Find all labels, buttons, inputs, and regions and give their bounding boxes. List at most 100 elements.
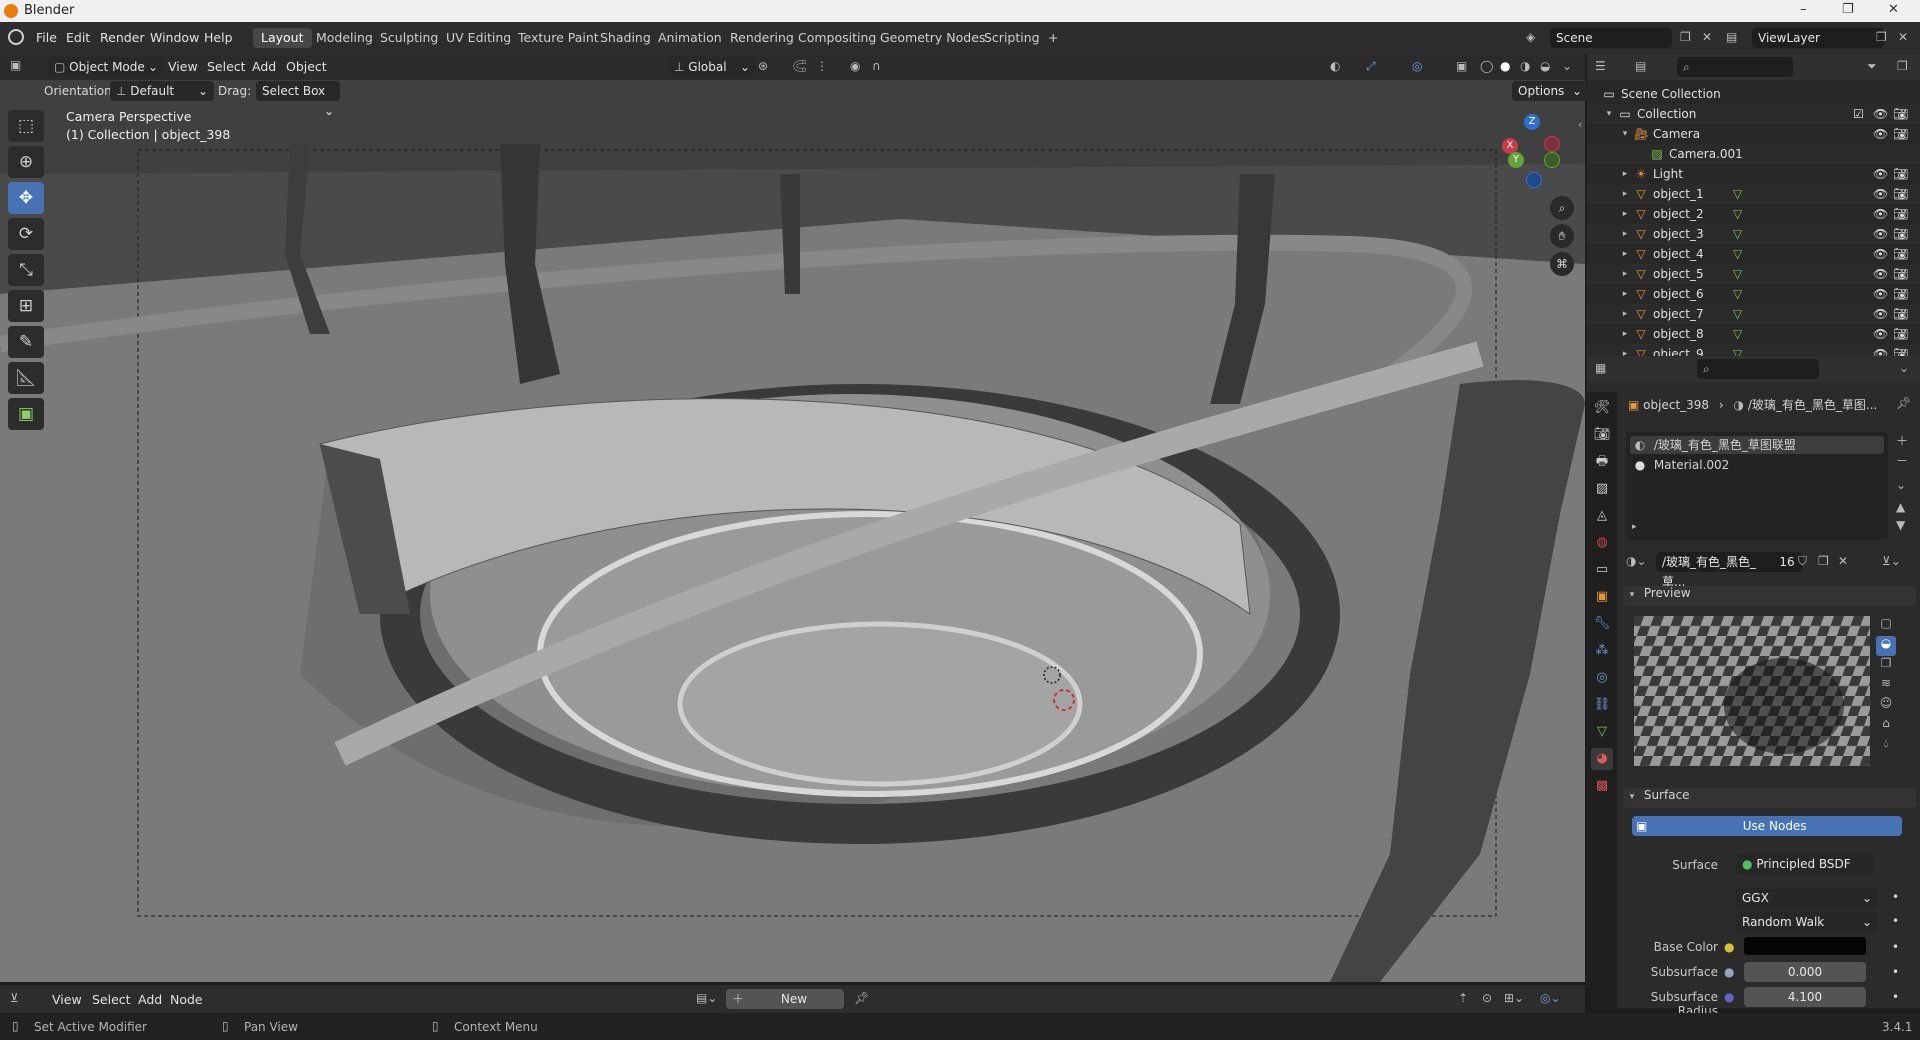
menu-select[interactable]: Select [92, 992, 131, 1007]
gizmo-z-axis[interactable]: Z [1524, 114, 1540, 130]
solid-shading-icon[interactable]: ● [1500, 59, 1510, 73]
outliner-row[interactable]: ▾ ▭ Collection ☑ 👁︎ 📷︎ [1587, 104, 1920, 124]
menu-object[interactable]: Object [286, 59, 327, 74]
menu-edit[interactable]: Edit [66, 30, 90, 45]
visibility-eye-icon[interactable]: 👁︎ [1873, 324, 1888, 344]
data-tab-icon[interactable]: ▽ [1591, 721, 1613, 743]
duplicate-material-icon[interactable]: ❐ [1818, 554, 1829, 568]
pin-icon[interactable]: 📌︎ [1896, 396, 1911, 410]
outliner-row[interactable]: ▸ ▽ object_7 ▽ 👁︎ 📷︎ [1587, 304, 1920, 324]
tab-scripting[interactable]: Scripting [976, 28, 1048, 48]
modifier-tab-icon[interactable]: 🔧︎ [1591, 613, 1613, 635]
measure-tool-icon[interactable]: 📐︎ [8, 362, 44, 394]
outliner-row[interactable]: ▸ ▽ object_1 ▽ 👁︎ 📷︎ [1587, 184, 1920, 204]
remove-slot-icon[interactable]: － [1896, 452, 1908, 469]
outliner-row[interactable]: ▸ ☀︎ Light 👁︎ 📷︎ [1587, 164, 1920, 184]
outliner-row[interactable]: ▨ Camera.001 [1587, 144, 1920, 164]
render-visibility-icon[interactable]: 📷︎ [1893, 284, 1908, 304]
properties-options-icon[interactable]: ⌄ [1899, 361, 1909, 375]
outliner-row[interactable]: ▾ 🎥︎ Camera 👁︎ 📷︎ [1587, 124, 1920, 144]
maximize-button[interactable]: ❐ [1842, 2, 1854, 17]
add-cube-tool-icon[interactable]: ▣ [8, 398, 44, 430]
mesh-data-icon[interactable]: ▽ [1733, 304, 1742, 324]
collection-tab-icon[interactable]: ▭ [1591, 559, 1613, 581]
render-visibility-icon[interactable]: 📷︎ [1893, 184, 1908, 204]
snap-icon[interactable]: 🧲︎ [792, 59, 807, 73]
visibility-eye-icon[interactable]: 👁︎ [1873, 224, 1888, 244]
visibility-eye-icon[interactable]: 👁︎ [1873, 304, 1888, 324]
subsurface-radius-field[interactable]: 4.100 [1744, 987, 1866, 1007]
mode-selector[interactable]: ▢ Object Mode ⌄ [48, 57, 164, 77]
render-tab-icon[interactable]: 📷︎ [1591, 424, 1613, 446]
preview-cloth-icon[interactable]: ⌂ [1876, 716, 1896, 736]
visibility-eye-icon[interactable]: 👁︎ [1873, 184, 1888, 204]
disclosure-triangle-icon[interactable]: ▸ [1619, 164, 1631, 184]
disclosure-triangle-icon[interactable]: ▾ [1619, 124, 1631, 144]
render-visibility-icon[interactable]: 📷︎ [1893, 124, 1908, 144]
tab-shading[interactable]: Shading [592, 28, 659, 48]
fake-user-icon[interactable]: ⛉ [1798, 554, 1807, 569]
material-slot[interactable]: ◐ /玻璃_有色_黑色_草图联盟 [1630, 436, 1884, 454]
overlay-toggle-icon[interactable]: ◎⌄ [1540, 991, 1561, 1005]
orientation-selector[interactable]: ⊥ Default ⌄ [110, 81, 214, 101]
unlink-material-icon[interactable]: ✕ [1838, 554, 1848, 568]
tab-animation[interactable]: Animation [650, 28, 730, 48]
options-dropdown[interactable]: Options ⌄ [1512, 81, 1588, 101]
pan-hand-icon[interactable]: ✋︎ [1550, 224, 1574, 248]
transform-orientation-selector[interactable]: ⊥ Global ⌄ [668, 57, 756, 77]
disclosure-triangle-icon[interactable]: ▸ [1619, 204, 1631, 224]
material-shading-icon[interactable]: ◑ [1520, 59, 1530, 73]
scene-tab-icon[interactable]: ◬ [1591, 505, 1613, 527]
surface-panel-header[interactable]: ▾ Surface [1624, 788, 1916, 808]
delete-scene-icon[interactable]: ✕ [1702, 30, 1712, 44]
disclosure-triangle-icon[interactable]: ▸ [1619, 184, 1631, 204]
close-button[interactable]: ✕ [1888, 2, 1899, 17]
render-visibility-icon[interactable]: 📷︎ [1893, 244, 1908, 264]
render-visibility-icon[interactable]: 📷︎ [1893, 104, 1908, 124]
outliner-row[interactable]: ▸ ▽ object_8 ▽ 👁︎ 📷︎ [1587, 324, 1920, 344]
transform-tool-icon[interactable]: ⊞ [8, 290, 44, 322]
delete-view-layer-icon[interactable]: ✕ [1898, 30, 1908, 44]
preview-cube-icon[interactable]: ❐ [1876, 656, 1896, 676]
menu-file[interactable]: File [36, 30, 57, 45]
3d-viewport[interactable] [0, 54, 1585, 982]
slot-menu-icon[interactable]: ⌄ [1896, 478, 1906, 492]
tool-tab-icon[interactable]: 🛠︎ [1591, 397, 1613, 419]
visibility-eye-icon[interactable]: 👁︎ [1873, 104, 1888, 124]
node-tree-icon[interactable]: ⊻⌄ [1882, 554, 1901, 568]
texture-tab-icon[interactable]: ▩ [1591, 775, 1613, 797]
mesh-data-icon[interactable]: ▽ [1733, 204, 1742, 224]
constraint-tab-icon[interactable]: ⛓︎ [1591, 694, 1613, 716]
proportional-edit-icon[interactable]: ◉ [850, 59, 860, 73]
scene-icon[interactable]: ◈ [1526, 30, 1535, 44]
view-layer-tab-icon[interactable]: ▨ [1591, 478, 1613, 500]
properties-editor-icon[interactable]: ▦ [1595, 361, 1606, 375]
select-box-tool-icon[interactable]: ⬚ [8, 110, 44, 142]
scale-tool-icon[interactable]: ⤡ [8, 254, 44, 286]
particles-tab-icon[interactable]: ⁂ [1591, 640, 1613, 662]
zoom-icon[interactable]: ⌕ [1550, 196, 1574, 220]
visibility-icon[interactable]: ◐ [1330, 59, 1340, 73]
properties-search-input[interactable]: ⌕ [1697, 359, 1819, 379]
snap-icon[interactable]: ⊙ [1482, 991, 1492, 1005]
annotate-tool-icon[interactable]: ✎ [8, 326, 44, 358]
surface-shader-selector[interactable]: ● Principled BSDF [1736, 854, 1874, 874]
menu-window[interactable]: Window [150, 30, 199, 45]
preview-fluid-icon[interactable]: 💧︎ [1876, 736, 1896, 756]
shading-options-icon[interactable]: ⌄ [1562, 59, 1572, 73]
visibility-eye-icon[interactable]: 👁︎ [1873, 164, 1888, 184]
add-workspace-button[interactable]: + [1040, 28, 1066, 48]
visibility-eye-icon[interactable]: 👁︎ [1873, 264, 1888, 284]
new-material-button[interactable]: ＋ New [726, 989, 844, 1009]
scene-selector[interactable]: Scene [1550, 28, 1672, 48]
camera-view-icon[interactable]: ⌘ [1550, 252, 1574, 276]
visibility-eye-icon[interactable]: 👁︎ [1873, 204, 1888, 224]
render-visibility-icon[interactable]: 📷︎ [1893, 264, 1908, 284]
outliner-row[interactable]: ▸ ▽ object_4 ▽ 👁︎ 📷︎ [1587, 244, 1920, 264]
new-collection-icon[interactable]: ❐ [1897, 59, 1908, 73]
render-visibility-icon[interactable]: 📷︎ [1893, 204, 1908, 224]
visibility-eye-icon[interactable]: 👁︎ [1873, 244, 1888, 264]
menu-add[interactable]: Add [252, 59, 276, 74]
add-slot-icon[interactable]: ＋ [1896, 432, 1908, 449]
pin-icon[interactable]: 📌︎ [854, 991, 869, 1005]
